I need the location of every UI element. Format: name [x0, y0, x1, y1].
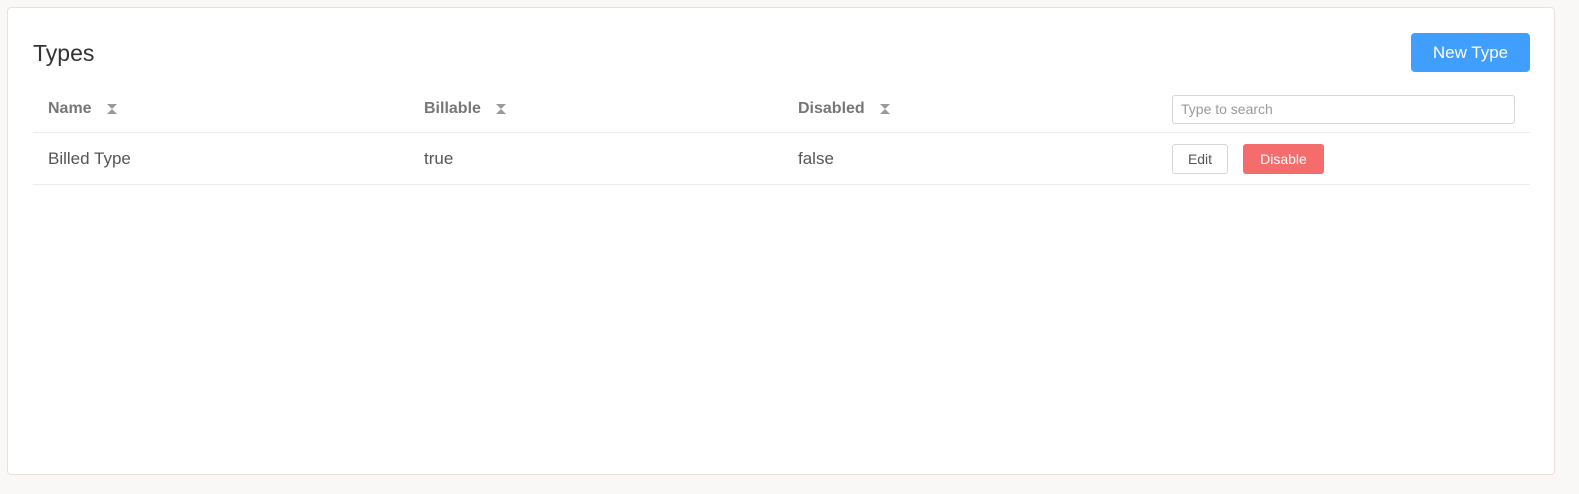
- cell-name: Billed Type: [48, 148, 131, 168]
- sort-icon[interactable]: [495, 103, 507, 115]
- disable-button[interactable]: Disable: [1243, 143, 1324, 174]
- search-cell: [1172, 86, 1515, 132]
- column-header-disabled[interactable]: Disabled: [798, 86, 891, 132]
- edit-button[interactable]: Edit: [1172, 143, 1228, 174]
- sort-icon[interactable]: [106, 103, 118, 115]
- new-type-button[interactable]: New Type: [1411, 33, 1530, 72]
- cell-billable: true: [424, 148, 454, 168]
- column-header-label: Name: [48, 100, 92, 117]
- types-table: Name Billable Disabled Type to search Bi…: [33, 86, 1530, 185]
- cell-actions: Edit Disable: [1172, 133, 1324, 184]
- column-header-name[interactable]: Name: [48, 86, 118, 132]
- page-title: Types: [33, 40, 95, 66]
- column-header-label: Disabled: [798, 100, 865, 117]
- types-panel: Types New Type Name Billable Disabled Ty…: [7, 7, 1555, 475]
- sort-icon[interactable]: [879, 103, 891, 115]
- table-row: Billed Type true false Edit Disable: [33, 133, 1530, 185]
- cell-disabled: false: [798, 148, 834, 168]
- column-header-label: Billable: [424, 100, 481, 117]
- search-input[interactable]: [1172, 94, 1515, 124]
- column-header-billable[interactable]: Billable: [424, 86, 507, 132]
- table-header-row: Name Billable Disabled: [33, 86, 1530, 133]
